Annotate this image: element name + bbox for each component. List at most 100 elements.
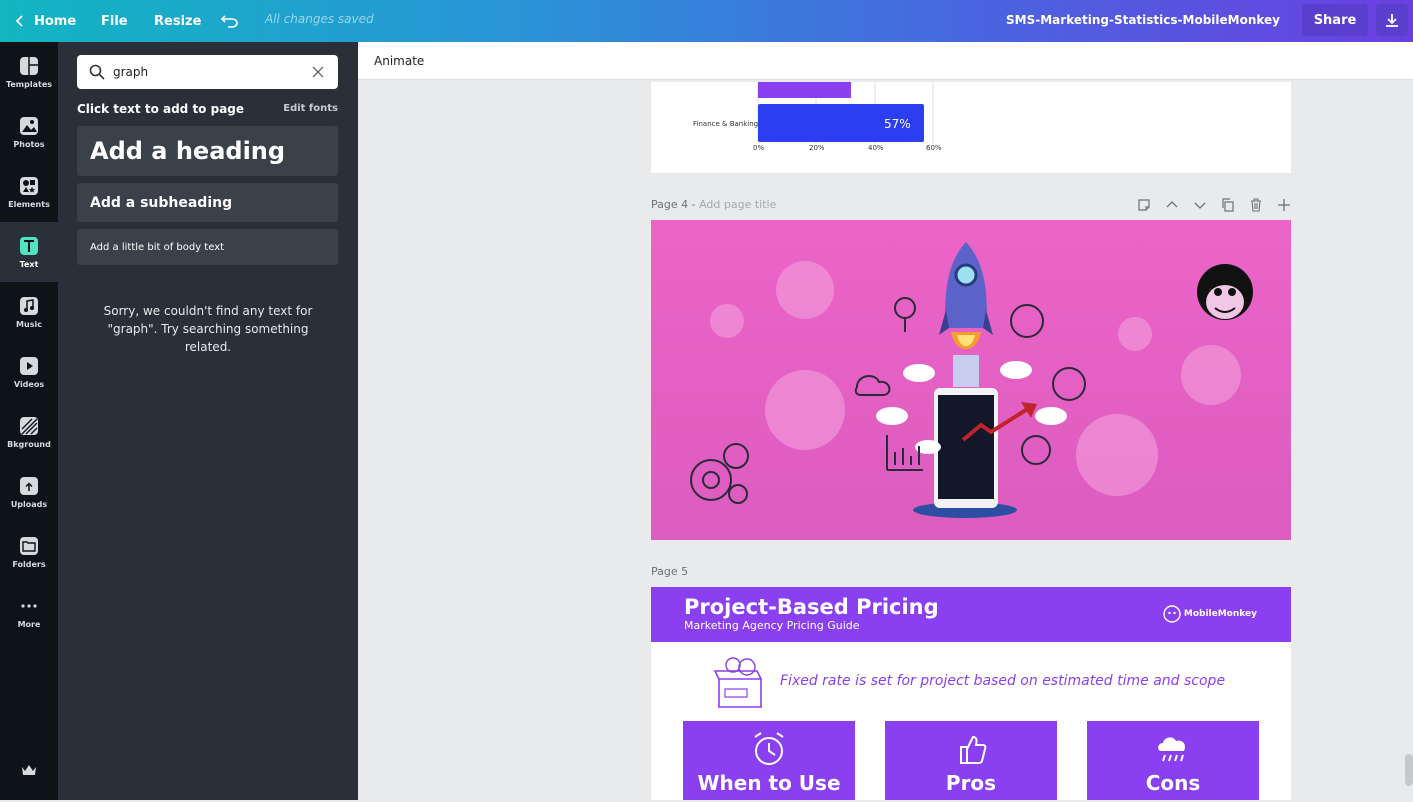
text-panel: Click text to add to page Edit fonts Add… [58, 42, 358, 800]
alarm-clock-icon [754, 732, 784, 765]
rail-label: Photos [13, 139, 45, 149]
page-title-input[interactable]: Add page title [699, 198, 776, 211]
add-body-text-button[interactable]: Add a little bit of body text [77, 229, 338, 265]
vertical-scrollbar[interactable] [1405, 754, 1413, 786]
axis-tick: 20% [809, 144, 825, 152]
page-tools [1137, 198, 1291, 212]
pricing-description: Fixed rate is set for project based on e… [780, 673, 1226, 689]
rail-item-photos[interactable]: Photos [0, 102, 58, 162]
bar-chart: Finance & Banking 57% 0% 20% 40% 60% [693, 82, 942, 152]
axis-tick: 40% [868, 144, 884, 152]
bar-value: 57% [884, 117, 911, 131]
rail-item-videos[interactable]: Videos [0, 342, 58, 402]
rail-label: Elements [8, 199, 50, 209]
logo-text: MobileMonkey [1183, 609, 1257, 619]
music-icon [20, 296, 38, 315]
box-icon [713, 657, 762, 708]
chart-bar [758, 82, 851, 98]
chevron-left-icon [15, 15, 23, 27]
file-menu[interactable]: File [101, 0, 128, 42]
home-label: Home [34, 13, 77, 29]
rail-item-templates[interactable]: Templates [0, 42, 58, 102]
page-3[interactable]: Finance & Banking 57% 0% 20% 40% 60% [651, 82, 1291, 173]
card-title: Cons [1145, 771, 1201, 795]
rail-label: Text [19, 259, 39, 269]
page-number: Page 4 - [651, 198, 696, 211]
axis-tick: 60% [926, 144, 942, 152]
page-4-label: Page 4 - Add page title [651, 198, 776, 211]
chevron-down-icon[interactable] [1193, 198, 1207, 212]
rail-item-uploads[interactable]: Uploads [0, 462, 58, 522]
rail-item-more[interactable]: More [0, 582, 58, 642]
card-title: Pros [945, 771, 997, 795]
more-icon [21, 603, 37, 608]
add-heading-button[interactable]: Add a heading [77, 126, 338, 176]
clear-icon[interactable] [312, 66, 324, 78]
animate-button[interactable]: Animate [374, 54, 424, 68]
thumbs-up-icon [960, 735, 987, 764]
left-rail: Templates Photos Elements Text Music Vid… [0, 42, 58, 800]
brand-logo: MobileMonkey [1163, 605, 1257, 623]
pros-card: Pros [885, 721, 1057, 800]
save-status: All changes saved [265, 12, 374, 26]
page-5-title: Project-Based Pricing [684, 595, 939, 619]
rail-label: Templates [5, 79, 53, 89]
document-title[interactable]: SMS-Marketing-Statistics-MobileMonkey [1006, 13, 1280, 27]
duplicate-icon[interactable] [1221, 198, 1235, 212]
rail-label: Bkground [7, 439, 51, 449]
when-to-use-card: When to Use [683, 721, 855, 800]
home-button[interactable]: Home [14, 0, 76, 42]
page-4[interactable] [651, 220, 1291, 540]
rain-cloud-icon [1158, 737, 1186, 762]
cons-card: Cons [1087, 721, 1259, 800]
page-5-label: Page 5 [651, 565, 689, 578]
card-title: When to Use [697, 771, 841, 795]
download-icon [1386, 14, 1398, 27]
axis-tick: 0% [753, 144, 764, 152]
search-icon [89, 64, 105, 80]
editor-canvas: Animate Finance & Banking 57% 0% 20% 40%… [358, 42, 1413, 800]
page-5[interactable]: Project-Based Pricing Marketing Agency P… [651, 587, 1291, 800]
rail-item-premium[interactable] [0, 742, 58, 802]
crown-icon [22, 765, 36, 775]
notes-icon[interactable] [1137, 198, 1151, 212]
trash-icon[interactable] [1249, 198, 1263, 212]
photos-icon [20, 116, 38, 135]
resize-button[interactable]: Resize [154, 0, 201, 42]
rail-label: Folders [12, 559, 46, 569]
rail-label: More [17, 619, 41, 629]
share-button[interactable]: Share [1302, 4, 1368, 36]
text-icon [20, 236, 38, 255]
rail-item-music[interactable]: Music [0, 282, 58, 342]
rail-label: Uploads [10, 499, 48, 509]
search-input[interactable] [113, 65, 293, 79]
search-box [77, 55, 338, 89]
monkey-icon [1163, 605, 1181, 623]
folder-icon [20, 536, 38, 555]
undo-icon [221, 15, 238, 28]
empty-results-message: Sorry, we couldn't find any text for "gr… [103, 304, 313, 354]
elements-icon [20, 176, 38, 195]
page-5-banner: Project-Based Pricing Marketing Agency P… [651, 587, 1291, 642]
rail-item-elements[interactable]: Elements [0, 162, 58, 222]
download-button[interactable] [1376, 4, 1408, 36]
chevron-up-icon[interactable] [1165, 198, 1179, 212]
rail-item-text[interactable]: Text [0, 222, 58, 282]
templates-icon [20, 56, 38, 75]
panel-header: Click text to add to page [77, 102, 245, 116]
videos-icon [20, 356, 38, 375]
cloud-upload-icon [20, 476, 38, 495]
edit-fonts-link[interactable]: Edit fonts [283, 103, 338, 114]
rail-item-background[interactable]: Bkground [0, 402, 58, 462]
add-page-icon[interactable] [1277, 198, 1291, 212]
bar-label: Finance & Banking [693, 120, 758, 128]
toolbar: Animate [358, 42, 1413, 80]
background-icon [20, 416, 38, 435]
rail-label: Videos [13, 379, 45, 389]
page-5-subtitle: Marketing Agency Pricing Guide [684, 619, 860, 632]
rail-label: Music [16, 319, 42, 329]
top-bar: Home File Resize All changes saved SMS-M… [0, 0, 1413, 42]
add-subheading-button[interactable]: Add a subheading [77, 183, 338, 222]
rail-item-folders[interactable]: Folders [0, 522, 58, 582]
undo-button[interactable] [221, 0, 238, 42]
